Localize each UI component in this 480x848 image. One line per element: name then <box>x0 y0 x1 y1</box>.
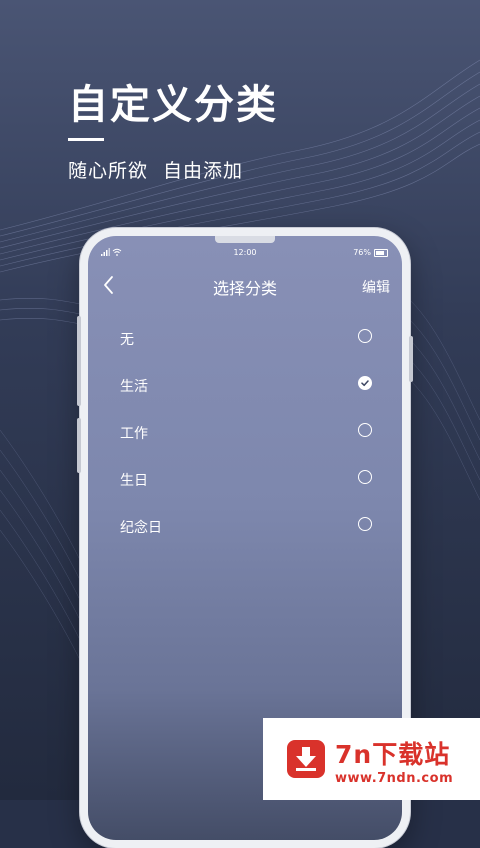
radio-unchecked-icon[interactable] <box>358 470 372 484</box>
page-title: 选择分类 <box>212 279 277 298</box>
title-underline <box>68 138 104 141</box>
watermark-url: www.7ndn.com <box>335 771 454 786</box>
nav-bar: 选择分类 编辑 <box>88 272 402 300</box>
category-label: 生活 <box>120 379 148 395</box>
promo-title: 自定义分类 <box>68 82 278 128</box>
category-item[interactable]: 生日 <box>88 457 402 504</box>
category-label: 无 <box>120 332 134 348</box>
category-label: 工作 <box>120 426 148 442</box>
watermark-badge: 7n下载站 www.7ndn.com <box>263 718 480 800</box>
category-list: 无生活工作生日纪念日 <box>88 316 402 551</box>
category-label: 生日 <box>120 473 148 489</box>
category-item[interactable]: 无 <box>88 316 402 363</box>
edit-button[interactable]: 编辑 <box>362 277 390 297</box>
battery-percent: 76% <box>353 248 371 257</box>
battery-icon <box>374 248 388 257</box>
phone-notch <box>215 236 275 243</box>
phone-side-button <box>77 316 81 406</box>
category-label: 纪念日 <box>120 520 162 536</box>
battery-fill <box>376 250 384 255</box>
category-item[interactable]: 生活 <box>88 363 402 410</box>
download-arrow-icon <box>287 740 325 778</box>
promo-subtitle: 随心所欲 自由添加 <box>68 160 244 182</box>
status-bar: 12:00 76% <box>88 247 402 261</box>
category-item[interactable]: 工作 <box>88 410 402 457</box>
category-item[interactable]: 纪念日 <box>88 504 402 551</box>
radio-unchecked-icon[interactable] <box>358 329 372 343</box>
radio-unchecked-icon[interactable] <box>358 517 372 531</box>
phone-side-button <box>409 336 413 382</box>
radio-unchecked-icon[interactable] <box>358 423 372 437</box>
radio-checked-icon[interactable] <box>358 376 372 390</box>
phone-side-button <box>77 418 81 473</box>
watermark-name: 7n下载站 <box>335 740 451 769</box>
status-battery: 76% <box>353 248 388 257</box>
